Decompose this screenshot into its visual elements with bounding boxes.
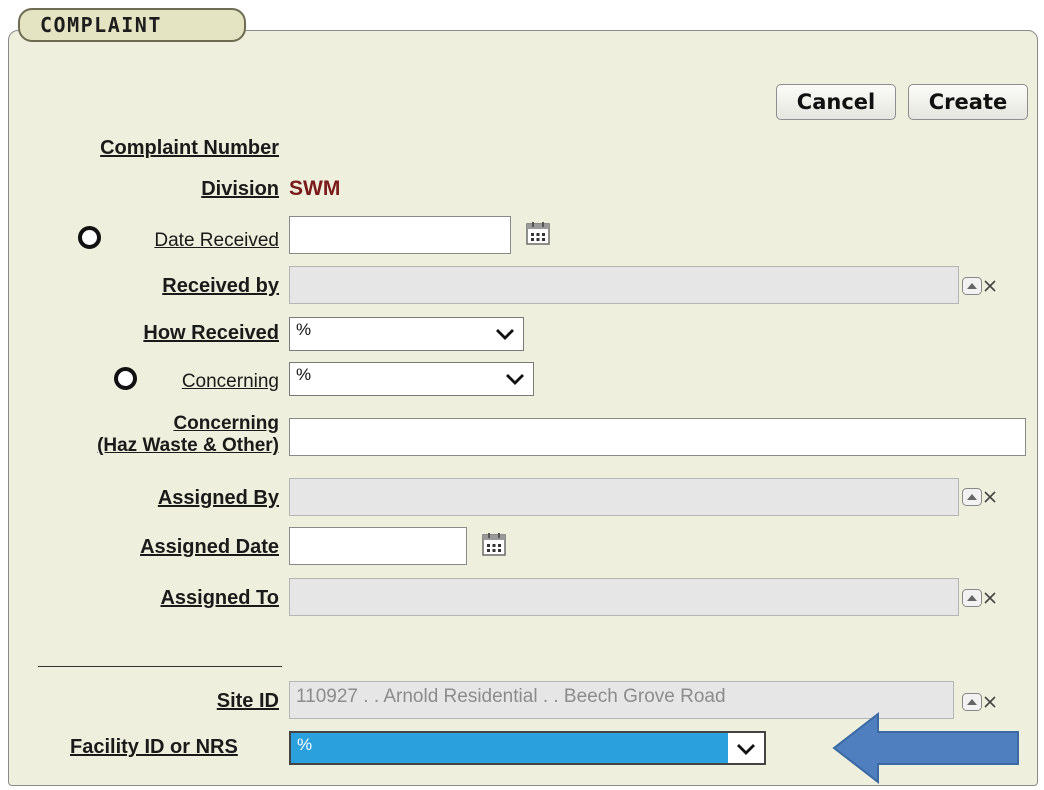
complaint-number-label[interactable]: Complaint Number: [100, 137, 279, 159]
division-value: SWM: [289, 177, 341, 200]
concerning-haz-label-line1: Concerning: [173, 413, 279, 434]
clear-x-icon[interactable]: [983, 490, 997, 504]
facility-id-value: %: [291, 733, 728, 763]
chevron-down-icon: [737, 744, 755, 755]
calendar-icon[interactable]: [481, 531, 507, 557]
site-id-lookup[interactable]: [962, 692, 1004, 712]
facility-id-label[interactable]: Facility ID or NRS: [70, 736, 238, 758]
clear-x-icon[interactable]: [983, 695, 997, 709]
assigned-by-lookup[interactable]: [962, 487, 1004, 507]
concerning-value: %: [296, 365, 312, 384]
how-received-value: %: [296, 320, 312, 339]
calendar-icon[interactable]: [525, 220, 551, 246]
received-by-field: [289, 266, 959, 304]
site-id-label[interactable]: Site ID: [217, 690, 279, 712]
received-by-label[interactable]: Received by: [162, 275, 279, 297]
panel-legend: COMPLAINT: [18, 8, 246, 42]
concerning-haz-label[interactable]: Concerning (Haz Waste & Other): [97, 413, 279, 457]
create-button[interactable]: Create: [908, 84, 1028, 120]
how-received-label[interactable]: How Received: [143, 322, 279, 344]
concerning-label[interactable]: Concerning: [182, 371, 279, 393]
assigned-date-input[interactable]: [289, 527, 467, 565]
arrow-left-icon: [832, 712, 1019, 784]
facility-id-select[interactable]: %: [289, 731, 766, 765]
assigned-to-label[interactable]: Assigned To: [160, 587, 279, 609]
cancel-button[interactable]: Cancel: [776, 84, 896, 120]
assigned-to-field: [289, 578, 959, 616]
how-received-select[interactable]: %: [289, 317, 524, 351]
chevron-down-icon: [506, 374, 524, 385]
assigned-date-label[interactable]: Assigned Date: [140, 536, 279, 558]
clear-x-icon[interactable]: [983, 279, 997, 293]
section-divider: [38, 666, 282, 667]
required-radio-icon: [114, 367, 137, 390]
lookup-icon[interactable]: [962, 277, 982, 295]
date-received-label[interactable]: Date Received: [154, 230, 279, 252]
date-received-input[interactable]: [289, 216, 511, 254]
concerning-select[interactable]: %: [289, 362, 534, 396]
clear-x-icon[interactable]: [983, 591, 997, 605]
chevron-down-icon: [496, 329, 514, 340]
received-by-lookup[interactable]: [962, 276, 1004, 296]
concerning-haz-input[interactable]: [289, 418, 1026, 456]
concerning-haz-label-line2: (Haz Waste & Other): [97, 435, 279, 456]
lookup-icon[interactable]: [962, 693, 982, 711]
lookup-icon[interactable]: [962, 488, 982, 506]
assigned-to-lookup[interactable]: [962, 588, 1004, 608]
assigned-by-field: [289, 478, 959, 516]
division-label[interactable]: Division: [201, 178, 279, 200]
assigned-by-label[interactable]: Assigned By: [158, 487, 279, 509]
required-radio-icon: [78, 226, 101, 249]
lookup-icon[interactable]: [962, 589, 982, 607]
